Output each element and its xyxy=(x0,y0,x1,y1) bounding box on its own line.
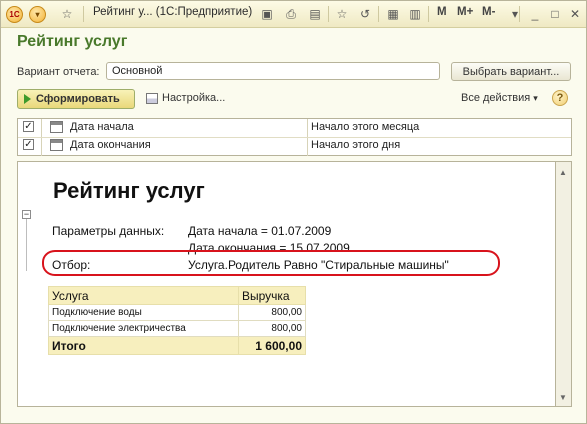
choose-variant-button[interactable]: Выбрать вариант... xyxy=(451,62,571,81)
settings-button[interactable]: Настройка... xyxy=(146,92,225,104)
table-row[interactable]: Подключение воды 800,00 xyxy=(48,304,306,321)
cell-service: Подключение электричества xyxy=(48,320,239,337)
total-label: Итого xyxy=(48,336,239,355)
separator xyxy=(378,6,379,22)
highlight-ellipse xyxy=(42,250,500,276)
collapse-group-icon[interactable]: − xyxy=(22,210,31,219)
table-total-row: Итого 1 600,00 xyxy=(48,336,306,355)
setting-value[interactable]: Начало этого месяца xyxy=(311,121,419,133)
checkbox[interactable]: ✓ xyxy=(23,139,34,150)
calendar-icon[interactable]: ▥ xyxy=(406,5,424,23)
table-header-row: Услуга Выручка xyxy=(48,286,306,305)
help-icon[interactable]: ? xyxy=(552,90,568,106)
favorite-star-icon[interactable]: ☆ xyxy=(58,5,76,23)
settings-row[interactable]: ✓ Дата окончания Начало этого дня xyxy=(18,137,571,155)
param-start: Дата начала = 01.07.2009 xyxy=(188,224,332,238)
settings-icon xyxy=(146,92,158,104)
generate-button[interactable]: Сформировать xyxy=(17,89,135,109)
1c-logo-icon[interactable]: 1С xyxy=(6,5,23,23)
separator xyxy=(519,6,520,22)
window-title: Рейтинг у... (1С:Предприятие) xyxy=(93,6,253,18)
settings-row[interactable]: ✓ Дата начала Начало этого месяца xyxy=(18,119,571,138)
chevron-down-icon: ▾ xyxy=(533,93,538,103)
all-actions-button[interactable]: Все действия ▾ xyxy=(461,92,538,104)
scroll-up-icon[interactable]: ▲ xyxy=(559,168,567,177)
minimize-icon[interactable]: _ xyxy=(526,5,544,23)
column-header-service: Услуга xyxy=(48,286,239,305)
close-icon[interactable]: ✕ xyxy=(566,5,584,23)
play-icon xyxy=(24,94,31,104)
column-header-revenue: Выручка xyxy=(238,286,306,305)
calendar-icon xyxy=(50,121,63,133)
report-title: Рейтинг услуг xyxy=(53,178,205,203)
maximize-icon[interactable]: □ xyxy=(546,5,564,23)
cell-revenue: 800,00 xyxy=(238,304,306,321)
setting-name: Дата окончания xyxy=(70,139,151,151)
setting-name: Дата начала xyxy=(70,121,134,133)
setting-value[interactable]: Начало этого дня xyxy=(311,139,400,151)
settings-label: Настройка... xyxy=(162,92,226,104)
settings-table: ✓ Дата начала Начало этого месяца ✓ Дата… xyxy=(17,118,572,156)
vertical-scrollbar[interactable]: ▲ ▼ xyxy=(556,161,572,407)
main-menu-icon[interactable]: ▾ xyxy=(29,5,46,23)
report-area[interactable]: Рейтинг услуг − Параметры данных: Дата н… xyxy=(17,161,556,407)
add-favorite-icon[interactable]: ☆ xyxy=(333,5,351,23)
checkbox[interactable]: ✓ xyxy=(23,121,34,132)
all-actions-label: Все действия xyxy=(461,92,531,104)
cell-service: Подключение воды xyxy=(48,304,239,321)
separator xyxy=(328,6,329,22)
separator xyxy=(83,6,84,22)
preview-icon[interactable]: ▤ xyxy=(306,5,324,23)
generate-label: Сформировать xyxy=(36,93,120,105)
memory-button-m-minus[interactable]: M- xyxy=(482,6,495,18)
calendar-icon xyxy=(50,139,63,151)
table-row[interactable]: Подключение электричества 800,00 xyxy=(48,320,306,337)
variant-label: Вариант отчета: xyxy=(17,66,100,78)
title-bar: 1С ▾ ☆ Рейтинг у... (1С:Предприятие) ▣ ⎙… xyxy=(1,1,586,28)
page-title: Рейтинг услуг xyxy=(17,33,128,50)
separator xyxy=(428,6,429,22)
scroll-down-icon[interactable]: ▼ xyxy=(559,393,567,402)
report-table: Услуга Выручка Подключение воды 800,00 П… xyxy=(48,286,306,355)
app-window: 1С ▾ ☆ Рейтинг у... (1С:Предприятие) ▣ ⎙… xyxy=(0,0,587,424)
history-icon[interactable]: ↺ xyxy=(356,5,374,23)
params-label: Параметры данных: xyxy=(52,224,165,238)
save-icon[interactable]: ▣ xyxy=(258,5,276,23)
total-value: 1 600,00 xyxy=(238,336,306,355)
memory-button-m-plus[interactable]: M+ xyxy=(457,6,473,18)
cell-revenue: 800,00 xyxy=(238,320,306,337)
print-icon[interactable]: ⎙ xyxy=(282,5,300,23)
chevron-down-icon[interactable]: ▾ xyxy=(506,5,524,23)
group-line xyxy=(26,219,27,271)
memory-button-m[interactable]: M xyxy=(437,6,447,18)
variant-field[interactable]: Основной xyxy=(106,62,440,80)
calculator-icon[interactable]: ▦ xyxy=(384,5,402,23)
